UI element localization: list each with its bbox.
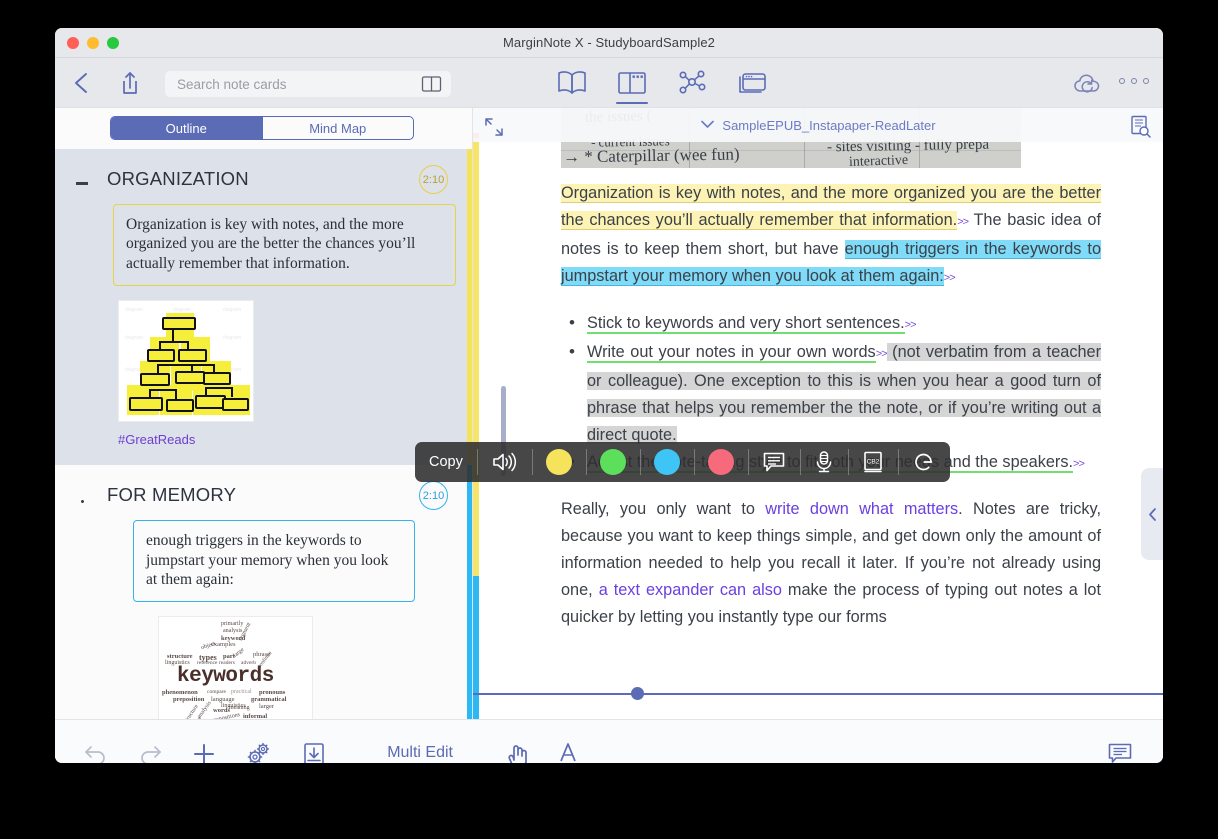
outline-mindmap-segmented-control: Outline Mind Map (110, 116, 414, 140)
status-badge[interactable]: 2:10 (419, 481, 448, 511)
color-swatch (707, 449, 734, 475)
book-split-icon[interactable] (421, 75, 442, 93)
underline-green-text[interactable]: Stick to keywords and very short sentenc… (587, 314, 905, 334)
redo-icon[interactable] (137, 742, 163, 763)
app-window: MarginNote X - StudyboardSample2 Search … (55, 28, 1163, 763)
outline-card-organization[interactable]: ORGANIZATION 2:10 Organization is key wi… (55, 149, 472, 466)
highlight-marker[interactable]: >> (944, 272, 956, 284)
import-download-icon[interactable] (301, 741, 327, 763)
card-edge-color (467, 465, 472, 719)
dictionary-icon[interactable]: CB2 (847, 442, 898, 482)
paragraph-1[interactable]: Organization is key with notes, and the … (561, 180, 1101, 292)
highlight-marker[interactable]: >> (905, 319, 917, 331)
collapse-marker[interactable] (71, 174, 93, 185)
inline-link-write-down-what-matters[interactable]: write down what matters (765, 500, 958, 518)
document-panel: the issues ( - current issues → * Caterp… (473, 108, 1163, 719)
bottom-right-tools (473, 720, 1163, 763)
expand-diagonal-icon[interactable] (483, 116, 505, 138)
outline-card-for-memory[interactable]: FOR MEMORY 2:10 enough triggers in the k… (55, 465, 472, 719)
card-tag[interactable]: #GreatReads (118, 432, 456, 447)
mindmap-node-icon[interactable] (675, 66, 709, 100)
undo-icon[interactable] (83, 742, 109, 763)
sticky-note-hierarchy-image[interactable]: diagram diagram diagram diagram diagram … (118, 300, 254, 423)
panel-collapse-handle[interactable] (1141, 468, 1163, 560)
copy-label: Copy (429, 454, 463, 470)
text-selection-popup-toolbar: Copy CB2 (415, 442, 950, 482)
outline-card-title: FOR MEMORY (107, 484, 237, 506)
comment-panel-icon[interactable] (1107, 742, 1133, 763)
selection-handle[interactable] (631, 687, 644, 700)
speaker-icon[interactable] (476, 442, 532, 482)
more-dots-icon[interactable] (1119, 78, 1149, 84)
card-edge-color (467, 149, 472, 466)
search-input[interactable]: Search note cards (165, 71, 451, 97)
cloud-sync-icon[interactable] (1073, 72, 1103, 96)
status-badge[interactable]: 2:10 (419, 165, 448, 194)
svg-text:CB2: CB2 (867, 459, 880, 466)
paragraph-2-a: Really, you only want to (561, 500, 766, 518)
share-icon[interactable] (117, 69, 143, 97)
outline-panel: Outline Mind Map ORGANIZATION 2:10 Organ… (55, 108, 473, 719)
outline-card-header: ORGANIZATION 2:10 (71, 165, 456, 194)
outline-card-excerpt[interactable]: enough triggers in the keywords to jumps… (133, 520, 415, 603)
inline-link-text-expander[interactable]: a text expander can also (599, 581, 782, 599)
copy-button[interactable]: Copy (415, 442, 477, 482)
selection-boundary-line (473, 693, 1163, 695)
outline-card-header: FOR MEMORY 2:10 (71, 481, 456, 511)
highlight-marker[interactable]: >> (1073, 458, 1085, 470)
color-swatch (653, 449, 680, 475)
document-title: SampleEPUB_Instapaper-ReadLater (722, 117, 936, 133)
outline-card-title: ORGANIZATION (107, 168, 249, 189)
chevron-left-icon[interactable] (69, 69, 95, 97)
highlight-green-button[interactable] (585, 442, 640, 482)
view-mode-group (555, 66, 769, 104)
title-bar: MarginNote X - StudyboardSample2 (55, 28, 1163, 58)
dot (1131, 78, 1137, 84)
settings-gears-icon[interactable] (245, 741, 273, 763)
thumbnail-container[interactable]: primarily analysis keyword segment objec… (118, 616, 456, 719)
cards-stack-icon[interactable] (735, 66, 769, 100)
document-search-icon[interactable] (1129, 114, 1151, 138)
paragraph-2[interactable]: Really, you only want to write down what… (561, 496, 1101, 631)
main-body: Outline Mind Map ORGANIZATION 2:10 Organ… (55, 108, 1163, 719)
list-item[interactable]: Stick to keywords and very short sentenc… (561, 309, 1101, 339)
color-swatch (599, 449, 626, 475)
chevron-left-icon (1148, 507, 1156, 521)
highlight-marker[interactable]: >> (957, 216, 969, 228)
text-select-tool-icon[interactable] (551, 738, 585, 763)
highlight-marker[interactable]: >> (876, 348, 888, 360)
highlight-red-button[interactable] (693, 442, 748, 482)
tab-mind-map[interactable]: Mind Map (261, 117, 414, 139)
tab-outline[interactable]: Outline (111, 117, 262, 139)
window-title: MarginNote X - StudyboardSample2 (502, 35, 716, 50)
highlight-blue-button[interactable] (639, 442, 694, 482)
document-title-bar[interactable]: SampleEPUB_Instapaper-ReadLater (473, 108, 1163, 142)
outline-list[interactable]: ORGANIZATION 2:10 Organization is key wi… (55, 149, 472, 719)
chevron-down-icon[interactable] (700, 116, 715, 134)
hand-tool-icon[interactable] (501, 738, 535, 763)
underline-green-text[interactable]: Write out your notes in your own words (587, 343, 876, 363)
multi-edit-button[interactable]: Multi Edit (387, 744, 453, 762)
comment-icon[interactable] (747, 442, 800, 482)
bottom-left-tools: Multi Edit (55, 720, 473, 763)
keywords-word-cloud-image[interactable]: primarily analysis keyword segment objec… (158, 616, 313, 719)
study-panel-icon[interactable] (615, 66, 649, 104)
color-swatch (545, 449, 572, 475)
book-icon[interactable] (555, 66, 589, 100)
add-icon[interactable] (191, 741, 217, 763)
list-item[interactable]: Write out your notes in your own words>>… (561, 338, 1101, 449)
google-search-icon[interactable] (897, 442, 950, 482)
microphone-icon[interactable] (799, 442, 848, 482)
main-toolbar: Search note cards (55, 58, 1163, 108)
bottom-toolbar: Multi Edit (55, 719, 1163, 763)
thumbnail-container[interactable]: diagram diagram diagram diagram diagram … (118, 300, 456, 447)
dot (1119, 78, 1125, 84)
highlight-yellow-button[interactable] (531, 442, 586, 482)
search-placeholder: Search note cards (177, 76, 287, 92)
collapse-marker[interactable] (71, 487, 93, 503)
outline-card-excerpt[interactable]: Organization is key with notes, and the … (113, 204, 456, 287)
dot (1143, 78, 1149, 84)
